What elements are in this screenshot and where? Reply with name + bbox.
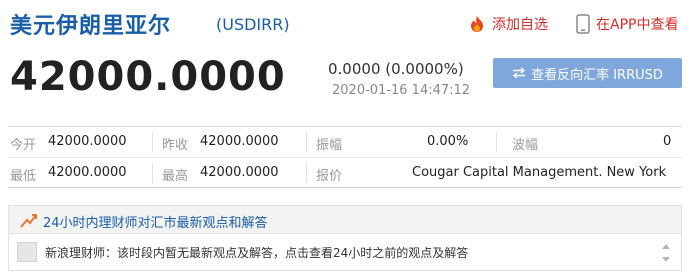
qa-title: 24小时内理财师对汇市最新观点和解答 <box>43 216 268 231</box>
current-price: 42000.0000 <box>10 54 286 100</box>
divider <box>496 132 497 152</box>
quote-source-value: Cougar Capital Management. New York <box>412 165 667 180</box>
divider <box>306 132 307 152</box>
view-in-app-button[interactable]: 在APP中查看 <box>576 14 678 34</box>
stats-row: 今开 42000.0000 昨收 42000.0000 振幅 0.00% 波幅 … <box>8 127 682 157</box>
quote-timestamp: 2020-01-16 14:47:12 <box>332 83 471 98</box>
reverse-rate-label: 查看反向汇率 IRRUSD <box>531 67 663 83</box>
low-value: 42000.0000 <box>48 165 127 180</box>
currency-code: (USDIRR) <box>216 15 290 34</box>
low-label: 最低 <box>10 169 37 184</box>
price-section: 42000.0000 0.0000 (0.0000%) 2020-01-16 1… <box>10 50 682 112</box>
quote-source-label: 报价 <box>316 169 343 184</box>
qa-header[interactable]: 24小时内理财师对汇市最新观点和解答 <box>9 206 681 234</box>
prev-close-label: 昨收 <box>162 138 189 153</box>
price-change: 0.0000 (0.0000%) <box>328 60 464 78</box>
trend-icon <box>20 214 37 228</box>
divider <box>152 132 153 152</box>
qa-message[interactable]: 新浪理财师：该时段内暂无最新观点及解答，点击查看24小时之前的观点及解答 <box>45 244 468 261</box>
page-title: 美元伊朗里亚尔 <box>10 14 172 39</box>
reverse-rate-button[interactable]: 查看反向汇率 IRRUSD <box>493 58 682 88</box>
advisor-qa-panel: 24小时内理财师对汇市最新观点和解答 新浪理财师：该时段内暂无最新观点及解答，点… <box>8 205 682 271</box>
high-value: 42000.0000 <box>200 165 279 180</box>
phone-icon <box>576 14 590 34</box>
high-label: 最高 <box>162 169 189 184</box>
quote-header: 美元伊朗里亚尔 (USDIRR) 添加自选 在APP中查看 <box>10 6 682 42</box>
divider <box>152 163 153 183</box>
wave-label: 波幅 <box>512 138 539 153</box>
divider <box>306 163 307 183</box>
swap-icon <box>513 67 526 79</box>
flame-icon <box>471 16 483 32</box>
amplitude-label: 振幅 <box>316 138 343 153</box>
open-value: 42000.0000 <box>48 134 127 149</box>
avatar <box>17 242 37 262</box>
prev-close-value: 42000.0000 <box>200 134 279 149</box>
amplitude-value: 0.00% <box>427 134 469 149</box>
add-watchlist-button[interactable]: 添加自选 <box>468 14 548 34</box>
stats-table: 今开 42000.0000 昨收 42000.0000 振幅 0.00% 波幅 … <box>8 126 682 188</box>
wave-value: 0 <box>663 134 672 149</box>
open-label: 今开 <box>10 138 37 153</box>
view-in-app-label: 在APP中查看 <box>596 17 679 33</box>
scroll-arrows-icon[interactable] <box>659 240 673 266</box>
qa-message-row[interactable]: 新浪理财师：该时段内暂无最新观点及解答，点击查看24小时之前的观点及解答 <box>9 236 681 270</box>
stats-row: 最低 42000.0000 最高 42000.0000 报价 Cougar Ca… <box>8 157 682 187</box>
add-watchlist-label: 添加自选 <box>492 17 548 33</box>
